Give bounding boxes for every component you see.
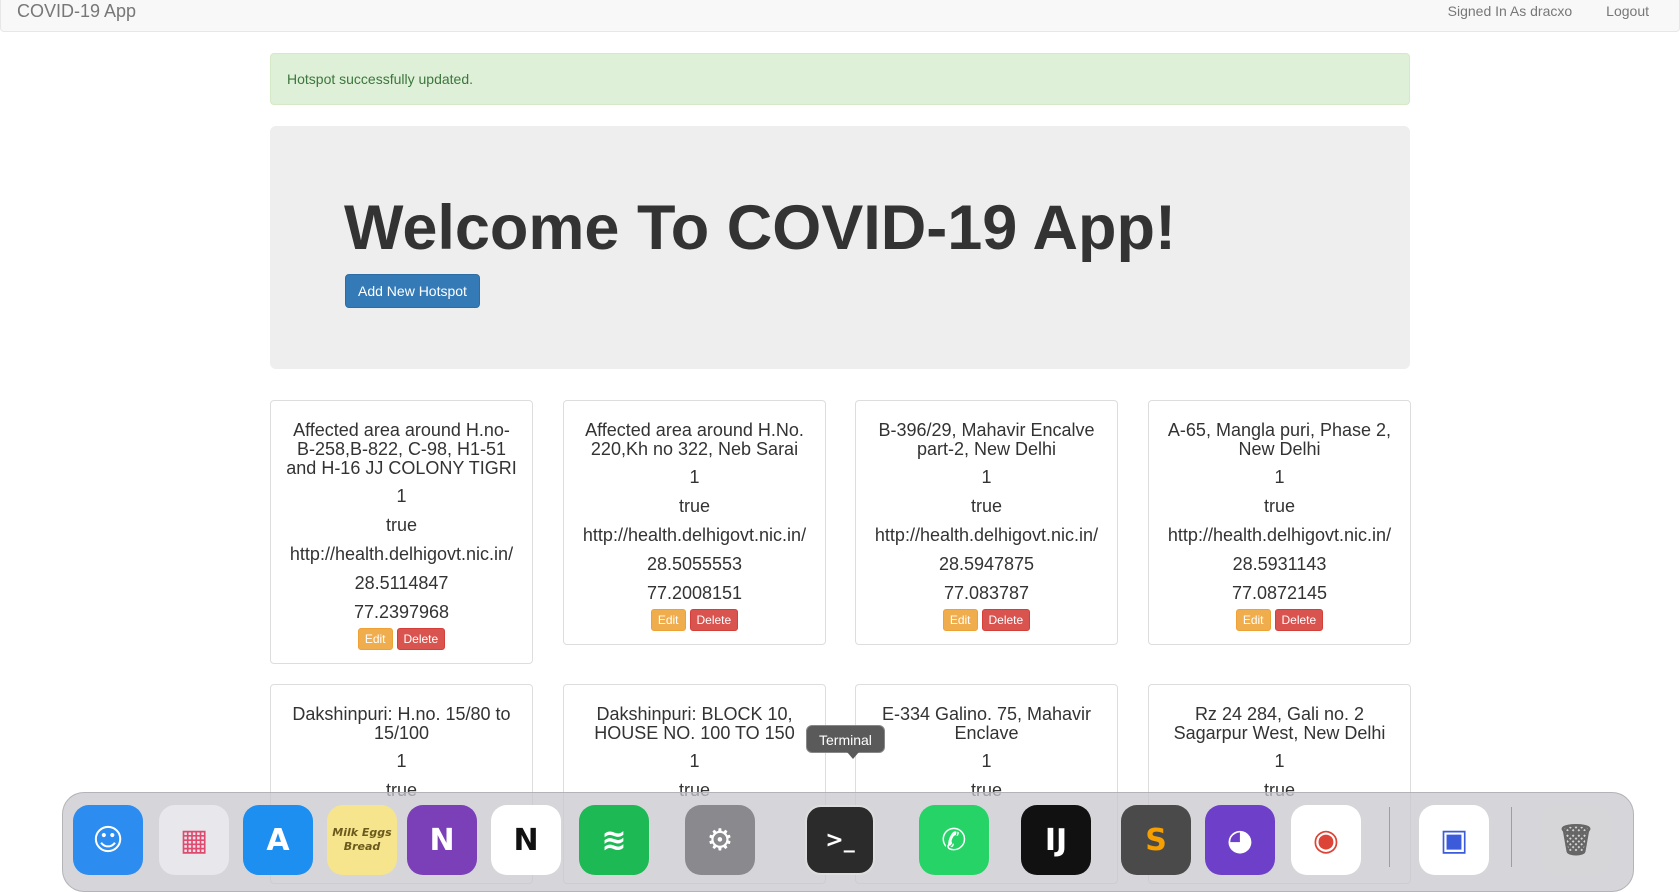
jumbotron: Welcome To COVID-19 App! Add New Hotspot bbox=[270, 126, 1410, 369]
delete-button[interactable]: Delete bbox=[396, 628, 446, 650]
hotspot-title: Affected area around H.No. 220,Kh no 322… bbox=[585, 420, 804, 459]
hotspot-card: Affected area around H.No. 220,Kh no 322… bbox=[563, 400, 826, 645]
card-actions: Edit Delete bbox=[572, 609, 817, 631]
edit-button[interactable]: Edit bbox=[942, 609, 978, 631]
edit-button[interactable]: Edit bbox=[650, 609, 686, 631]
screen-capture-icon[interactable]: ▣ bbox=[1419, 805, 1489, 875]
hotspot-latitude: 28.5947875 bbox=[938, 554, 1035, 574]
edit-button[interactable]: Edit bbox=[357, 628, 393, 650]
hotspot-longitude: 77.083787 bbox=[943, 583, 1030, 603]
page-title: Welcome To COVID-19 App! bbox=[344, 193, 1176, 263]
signed-in-link[interactable]: Signed In As dracxo bbox=[1448, 1, 1573, 21]
notion-icon[interactable]: N bbox=[491, 805, 561, 875]
spotify-icon[interactable]: ≋ bbox=[579, 805, 649, 875]
hotspot-status: true bbox=[970, 496, 1003, 516]
hotspot-longitude: 77.0872145 bbox=[1231, 583, 1328, 603]
hotspot-title: A-65, Mangla puri, Phase 2, New Delhi bbox=[1167, 420, 1392, 459]
hotspot-count: 1 bbox=[1274, 751, 1285, 771]
dock-separator bbox=[1389, 807, 1390, 867]
hotspot-title: E-334 Galino. 75, Mahavir Enclave bbox=[881, 704, 1092, 743]
hotspot-latitude: 28.5931143 bbox=[1232, 554, 1327, 574]
hotspot-count: 1 bbox=[396, 486, 407, 506]
hotspot-status: true bbox=[385, 515, 418, 535]
dock-tooltip: Terminal bbox=[806, 725, 885, 759]
hotspot-url: http://health.delhigovt.nic.in/ bbox=[289, 544, 514, 564]
card-actions: Edit Delete bbox=[279, 628, 524, 650]
chrome-icon[interactable]: ◉ bbox=[1291, 805, 1361, 875]
success-alert: Hotspot successfully updated. bbox=[270, 53, 1410, 105]
edit-button[interactable]: Edit bbox=[1235, 609, 1271, 631]
terminal-icon[interactable]: >_ bbox=[805, 805, 875, 875]
system-preferences-icon[interactable]: ⚙ bbox=[685, 805, 755, 875]
navbar: COVID-19 App Signed In As dracxo Logout bbox=[0, 0, 1680, 32]
hotspot-title: Rz 24 284, Gali no. 2 Sagarpur West, New… bbox=[1173, 704, 1386, 743]
delete-button[interactable]: Delete bbox=[689, 609, 739, 631]
app-store-icon[interactable]: A bbox=[243, 805, 313, 875]
trash-icon[interactable]: 🗑 bbox=[1541, 805, 1611, 875]
card-actions: Edit Delete bbox=[864, 609, 1109, 631]
hotspot-count: 1 bbox=[1274, 467, 1285, 487]
hotspot-title: Dakshinpuri: BLOCK 10, HOUSE NO. 100 TO … bbox=[594, 704, 795, 743]
add-hotspot-button[interactable]: Add New Hotspot bbox=[345, 274, 480, 308]
hotspot-title: Dakshinpuri: H.no. 15/80 to 15/100 bbox=[292, 704, 511, 743]
hotspot-card: Affected area around H.no-B-258,B-822, C… bbox=[270, 400, 533, 664]
launchpad-icon[interactable]: ▦ bbox=[159, 805, 229, 875]
hotspot-card: A-65, Mangla puri, Phase 2, New Delhi 1 … bbox=[1148, 400, 1411, 645]
hotspot-card: B-396/29, Mahavir Encalve part-2, New De… bbox=[855, 400, 1118, 645]
navbar-right: Signed In As dracxo Logout bbox=[1448, 1, 1679, 21]
hotspot-longitude: 77.2397968 bbox=[353, 602, 450, 622]
alert-message: Hotspot successfully updated. bbox=[287, 71, 473, 87]
hotspot-count: 1 bbox=[689, 467, 700, 487]
hotspot-count: 1 bbox=[396, 751, 407, 771]
logout-link[interactable]: Logout bbox=[1606, 1, 1649, 21]
hotspot-url: http://health.delhigovt.nic.in/ bbox=[1167, 525, 1392, 545]
finder-icon[interactable]: ☺ bbox=[73, 805, 143, 875]
sublime-text-icon[interactable]: S bbox=[1121, 805, 1191, 875]
hotspot-title: Affected area around H.no-B-258,B-822, C… bbox=[286, 420, 517, 478]
hotspot-url: http://health.delhigovt.nic.in/ bbox=[874, 525, 1099, 545]
brand-link[interactable]: COVID-19 App bbox=[17, 1, 136, 21]
onenote-icon[interactable]: N bbox=[407, 805, 477, 875]
hotspot-count: 1 bbox=[981, 467, 992, 487]
github-desktop-icon[interactable]: ◕ bbox=[1205, 805, 1275, 875]
hotspot-url: http://health.delhigovt.nic.in/ bbox=[582, 525, 807, 545]
hotspot-latitude: 28.5114847 bbox=[354, 573, 449, 593]
hotspot-count: 1 bbox=[689, 751, 700, 771]
dock-separator bbox=[1511, 807, 1512, 867]
hotspot-title: B-396/29, Mahavir Encalve part-2, New De… bbox=[878, 420, 1095, 459]
whatsapp-icon[interactable]: ✆ bbox=[919, 805, 989, 875]
dock: ☺ ▦ A Milk Eggs Bread N N ≋ ⚙ >_ ✆ IJ S ◕ ◉ ▣ 🗑 bbox=[62, 792, 1634, 892]
intellij-icon[interactable]: IJ bbox=[1021, 805, 1091, 875]
hotspot-status: true bbox=[678, 496, 711, 516]
delete-button[interactable]: Delete bbox=[981, 609, 1031, 631]
card-actions: Edit Delete bbox=[1157, 609, 1402, 631]
stickies-icon[interactable]: Milk Eggs Bread bbox=[327, 805, 397, 875]
hotspot-latitude: 28.5055553 bbox=[646, 554, 743, 574]
hotspot-count: 1 bbox=[981, 751, 992, 771]
delete-button[interactable]: Delete bbox=[1274, 609, 1324, 631]
hotspot-longitude: 77.2008151 bbox=[646, 583, 743, 603]
hotspot-status: true bbox=[1263, 496, 1296, 516]
